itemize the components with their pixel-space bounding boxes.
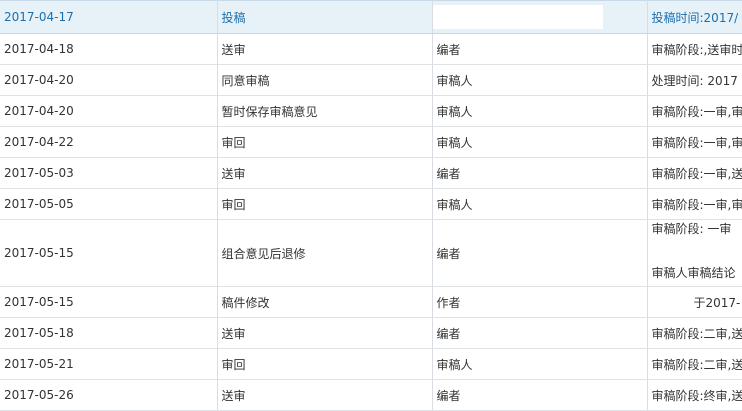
date-cell: 2017-04-17: [0, 0, 218, 34]
table-row: 2017-05-05 审回 审稿人 审稿阶段:一审,审: [0, 188, 742, 220]
role-cell: 编者: [432, 379, 648, 411]
detail-cell: 审稿阶段:二审,送: [647, 348, 742, 380]
date-cell: 2017-05-15: [0, 286, 218, 318]
detail-cell: 审稿阶段:一审,审: [647, 188, 742, 220]
action-cell: 审回: [217, 188, 433, 220]
action-cell: 组合意见后退修: [217, 219, 433, 287]
table-row: 2017-05-18 送审 编者 审稿阶段:二审,送: [0, 317, 742, 349]
table-row: 2017-05-26 送审 编者 审稿阶段:终审,送: [0, 379, 742, 411]
role-cell: [432, 0, 648, 34]
date-cell: 2017-04-20: [0, 64, 218, 96]
table-row: 2017-05-21 审回 审稿人 审稿阶段:二审,送: [0, 348, 742, 380]
role-cell: 审稿人: [432, 126, 648, 158]
role-cell: 作者: [432, 286, 648, 318]
date-cell: 2017-05-26: [0, 379, 218, 411]
detail-line: 审稿人审稿结论: [651, 266, 736, 280]
date-cell: 2017-05-18: [0, 317, 218, 349]
detail-cell: 处理时间: 2017: [647, 64, 742, 96]
role-cell: 编者: [432, 33, 648, 65]
role-cell: 审稿人: [432, 188, 648, 220]
table-row: 2017-04-18 送审 编者 审稿阶段:,送审时: [0, 33, 742, 65]
action-cell: 稿件修改: [217, 286, 433, 318]
table-row: 2017-04-20 同意审稿 审稿人 处理时间: 2017: [0, 64, 742, 96]
action-cell: 送审: [217, 379, 433, 411]
action-cell: 审回: [217, 126, 433, 158]
table-row: 2017-05-15 稿件修改 作者 于2017-: [0, 286, 742, 318]
detail-cell: 审稿阶段:终审,送: [647, 379, 742, 411]
review-history-table: 2017-04-17 投稿 投稿时间:2017/ 2017-04-18 送审 编…: [0, 0, 742, 411]
action-cell: 审回: [217, 348, 433, 380]
role-cell: 编者: [432, 157, 648, 189]
role-cell: 编者: [432, 219, 648, 287]
action-cell: 送审: [217, 33, 433, 65]
detail-cell: 审稿阶段:二审,送: [647, 317, 742, 349]
table-row: 2017-04-22 审回 审稿人 审稿阶段:一审,审: [0, 126, 742, 158]
redacted-box: [432, 5, 603, 29]
role-cell: 审稿人: [432, 95, 648, 127]
date-cell: 2017-04-18: [0, 33, 218, 65]
detail-cell: 审稿阶段:一审,审: [647, 126, 742, 158]
action-cell: 送审: [217, 317, 433, 349]
action-cell: 同意审稿: [217, 64, 433, 96]
date-cell: 2017-05-15: [0, 219, 218, 287]
table-row: 2017-05-15 组合意见后退修 编者 审稿阶段: 一审 审稿人审稿结论: [0, 219, 742, 287]
detail-cell: 审稿阶段: 一审 审稿人审稿结论: [647, 219, 742, 287]
detail-cell: 于2017-: [647, 286, 742, 318]
table-header-row: 2017-04-17 投稿 投稿时间:2017/: [0, 0, 742, 34]
action-cell: 投稿: [217, 0, 433, 34]
date-cell: 2017-05-03: [0, 157, 218, 189]
detail-line: 审稿阶段: 一审: [651, 222, 732, 236]
role-cell: 审稿人: [432, 348, 648, 380]
table-row: 2017-05-03 送审 编者 审稿阶段:一审,送: [0, 157, 742, 189]
date-cell: 2017-05-21: [0, 348, 218, 380]
date-cell: 2017-05-05: [0, 188, 218, 220]
detail-cell: 审稿阶段:一审,送: [647, 157, 742, 189]
action-cell: 暂时保存审稿意见: [217, 95, 433, 127]
table-row: 2017-04-20 暂时保存审稿意见 审稿人 审稿阶段:一审,审: [0, 95, 742, 127]
detail-cell: 审稿阶段:一审,审: [647, 95, 742, 127]
role-cell: 审稿人: [432, 64, 648, 96]
detail-cell: 审稿阶段:,送审时: [647, 33, 742, 65]
detail-cell: 投稿时间:2017/: [647, 0, 742, 34]
action-cell: 送审: [217, 157, 433, 189]
role-cell: 编者: [432, 317, 648, 349]
date-cell: 2017-04-20: [0, 95, 218, 127]
date-cell: 2017-04-22: [0, 126, 218, 158]
